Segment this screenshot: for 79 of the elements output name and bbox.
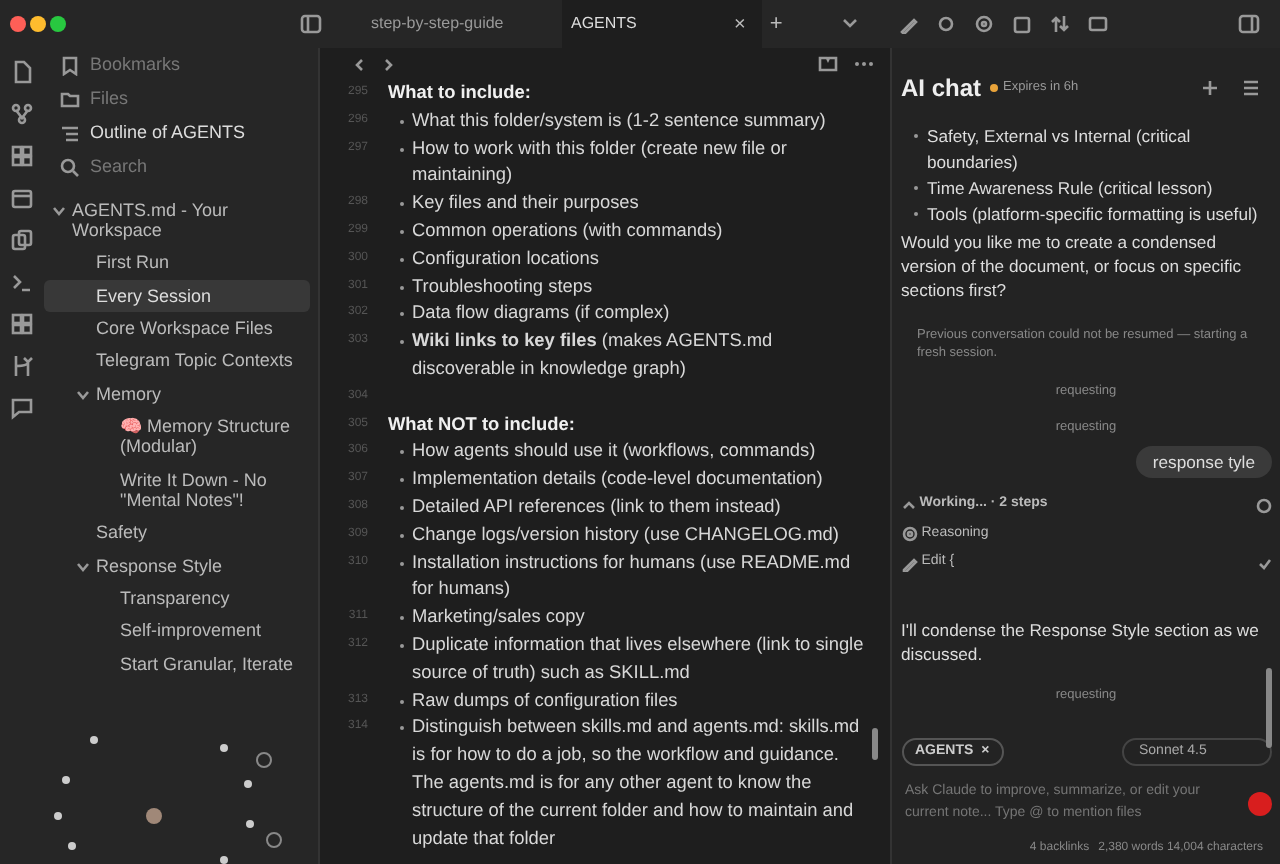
- grid-icon[interactable]: [10, 144, 34, 168]
- chevron-down-icon[interactable]: [76, 387, 90, 402]
- list-item-text: How agents should use it (workflows, commands): [412, 438, 816, 465]
- outline-item[interactable]: Write It Down - No "Mental Notes"!: [120, 469, 302, 511]
- message-text: Safety, External vs Internal (critical boundaries): [927, 124, 1193, 176]
- list-item-text: Key files and their purposes: [412, 190, 639, 217]
- outline-item[interactable]: Core Workspace Files: [96, 317, 273, 339]
- folder-icon: [60, 89, 80, 109]
- list-item-text: Marketing/sales copy: [412, 604, 585, 631]
- list-item-text: Implementation details (code-level documentation): [412, 466, 823, 493]
- list-item-text: Installation instructions for humans (use README.md for humans): [412, 549, 853, 603]
- close-tab-button[interactable]: ×: [734, 9, 746, 39]
- list-item-text: Wiki links to key files (makes AGENTS.md discoverable in knowledge graph): [412, 328, 775, 382]
- list-item-text: How to work with this folder (create new file or maintaining): [412, 135, 789, 189]
- maximize-window-button[interactable]: [50, 16, 66, 32]
- target-icon[interactable]: [974, 14, 995, 34]
- message-text: Time Awareness Rule (critical lesson): [927, 176, 1213, 202]
- sort-icon[interactable]: [1050, 14, 1071, 34]
- chat-icon[interactable]: [1088, 14, 1109, 34]
- list-icon: [60, 123, 80, 143]
- chevron-up-icon[interactable]: [901, 500, 915, 511]
- outline-item[interactable]: Start Granular, Iterate: [120, 653, 294, 674]
- chevron-down-icon[interactable]: [52, 203, 66, 217]
- panel-toggle-icon[interactable]: [1238, 14, 1260, 34]
- grid-icon[interactable]: [10, 312, 34, 336]
- status-dot: [989, 84, 998, 92]
- chevron-down-icon[interactable]: [76, 559, 90, 574]
- list-item-text: Change logs/version history (use CHANGELOG.md): [412, 521, 839, 548]
- file-icon[interactable]: [10, 60, 34, 84]
- gear-icon: [901, 526, 917, 543]
- pen-icon[interactable]: [898, 14, 919, 34]
- spinner-icon: [1255, 497, 1271, 514]
- terminal-icon[interactable]: [10, 270, 34, 294]
- list-item-text: Raw dumps of configuration files: [412, 687, 678, 714]
- panel-title: AI chat: [901, 72, 982, 106]
- sidebar-view-tab[interactable]: Outline of AGENTS: [90, 119, 246, 147]
- pencil-icon: [901, 555, 917, 572]
- search-icon: [60, 157, 80, 177]
- checkmark-icon: [1257, 557, 1271, 570]
- message-text: Tools (platform-specific formatting is useful): [927, 202, 1258, 228]
- outline-item[interactable]: Self-improvement: [120, 620, 262, 642]
- list-item-text: Distinguish between skills.md and agents.md: skills.md is for how to do a job, so the workflow and guidance. The agents.md is for any other agent to know the structure of the current folder and how to maintain and update that folder: [412, 714, 862, 852]
- message-text: Would you like me to create a condensed version of the document, or focus on specific sections first?: [901, 230, 1244, 302]
- list-item-text: Troubleshooting steps: [412, 273, 593, 300]
- scrollbar[interactable]: [872, 728, 878, 760]
- record-button[interactable]: [1247, 792, 1271, 816]
- outline-heading[interactable]: Response Style: [96, 555, 223, 576]
- copy-icon[interactable]: [10, 228, 34, 252]
- list-item-text: Configuration locations: [412, 245, 599, 272]
- more-options-icon[interactable]: [853, 60, 873, 68]
- section-heading: What to include:: [388, 80, 531, 106]
- outline-heading[interactable]: AGENTS.md - Your Workspace: [72, 199, 302, 241]
- outline-item[interactable]: Safety: [96, 522, 148, 544]
- outline-item[interactable]: First Run: [96, 252, 170, 274]
- outline-item[interactable]: Transparency: [120, 587, 230, 609]
- plus-icon[interactable]: [1201, 80, 1217, 96]
- chevron-down-icon[interactable]: [842, 18, 859, 30]
- user-message: response tyle: [1136, 445, 1271, 479]
- menu-icon[interactable]: [1241, 80, 1259, 96]
- list-item-text: Detailed API references (link to them instead): [412, 493, 781, 520]
- graph-icon[interactable]: [10, 102, 34, 126]
- list-item-text: Duplicate information that lives elsewhere (link to single source of truth) such as SKILL.md: [412, 631, 866, 686]
- list-item-text: Common operations (with commands): [412, 217, 723, 244]
- sidebar-toggle-icon[interactable]: [300, 14, 322, 34]
- outline-heading[interactable]: Memory: [96, 383, 162, 404]
- close-window-button[interactable]: [9, 16, 25, 32]
- list-item-text: What this folder/system is (1-2 sentence summary): [412, 107, 826, 134]
- message-text: I'll condense the Response Style section as we discussed.: [901, 617, 1261, 666]
- calendar-icon[interactable]: [10, 186, 34, 210]
- bookmark-icon: [60, 55, 80, 75]
- outline-item[interactable]: 🧠 Memory Structure (Modular): [120, 415, 302, 458]
- list-item-text: Data flow diagrams (if complex): [412, 300, 670, 327]
- section-heading: What NOT to include:: [388, 411, 575, 438]
- tab[interactable]: step-by-step-guide: [362, 0, 562, 48]
- scrollbar[interactable]: [1266, 668, 1272, 748]
- chat-icon[interactable]: [10, 396, 34, 420]
- new-tab-button[interactable]: +: [769, 7, 783, 41]
- minimize-window-button[interactable]: [29, 16, 46, 32]
- outline-item[interactable]: Telegram Topic Contexts: [96, 350, 293, 372]
